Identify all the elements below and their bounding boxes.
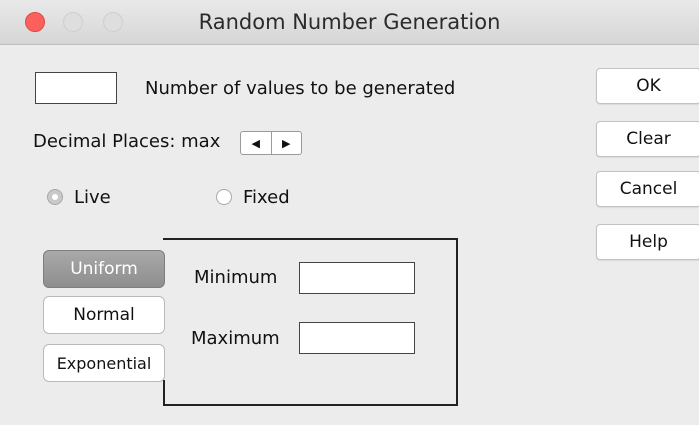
ok-button[interactable]: OK: [596, 68, 699, 104]
help-button[interactable]: Help: [596, 224, 699, 260]
triangle-right-icon[interactable]: ▶: [272, 132, 302, 154]
fixed-radio[interactable]: [216, 189, 232, 205]
title-bar: Random Number Generation: [0, 0, 699, 45]
decimal-places-stepper[interactable]: ◀ ▶: [240, 131, 302, 155]
distribution-exponential-button[interactable]: Exponential: [43, 344, 165, 382]
live-radio[interactable]: [47, 189, 63, 205]
distribution-normal-button[interactable]: Normal: [43, 296, 165, 334]
distribution-uniform-button[interactable]: Uniform: [43, 250, 165, 288]
triangle-left-icon[interactable]: ◀: [241, 132, 271, 154]
fixed-radio-label: Fixed: [243, 187, 290, 208]
minimum-input[interactable]: [299, 262, 415, 294]
minimum-label: Minimum: [194, 267, 278, 288]
window-title: Random Number Generation: [198, 10, 501, 34]
cancel-button[interactable]: Cancel: [596, 171, 699, 207]
panel-left-border: [163, 380, 165, 406]
count-label: Number of values to be generated: [145, 78, 456, 99]
live-radio-label: Live: [74, 187, 111, 208]
decimal-places-label: Decimal Places: max: [33, 131, 221, 152]
maximum-input[interactable]: [299, 322, 415, 354]
count-input[interactable]: [35, 72, 117, 104]
clear-button[interactable]: Clear: [596, 121, 699, 157]
maximum-label: Maximum: [191, 328, 280, 349]
